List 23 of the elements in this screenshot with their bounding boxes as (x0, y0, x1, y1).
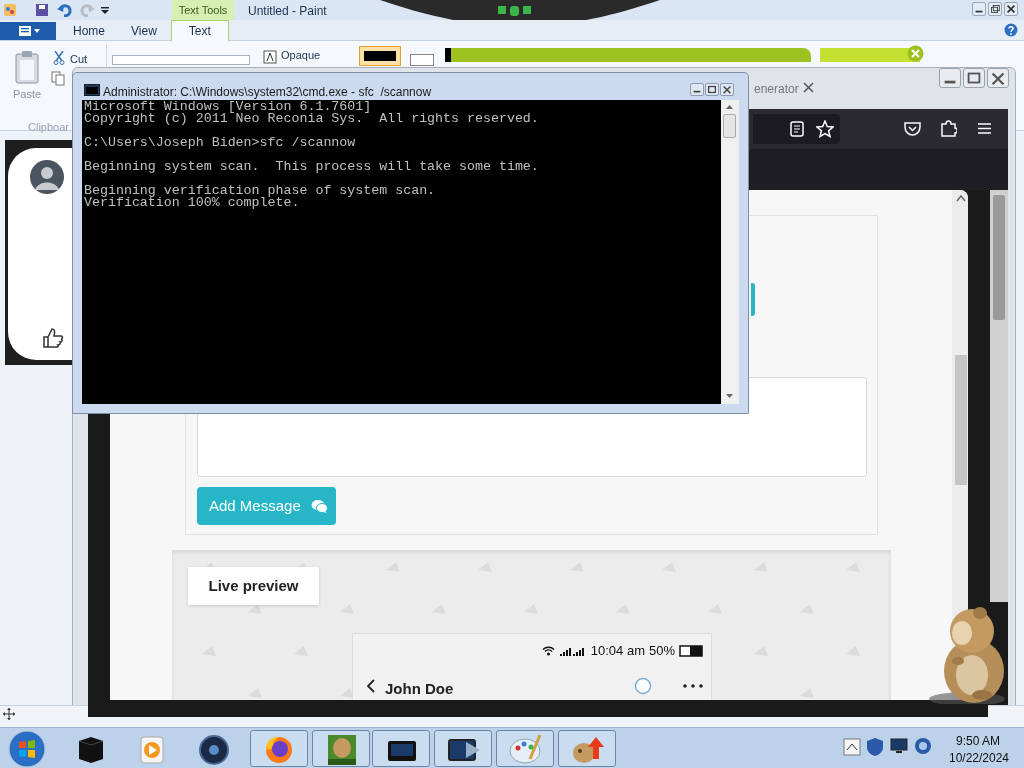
console-line: Verification 100% complete. (84, 197, 300, 209)
console-line: Microsoft Windows [Version 6.1.7601] (84, 101, 373, 113)
ribbon-tab[interactable]: Home (61, 20, 117, 41)
window-title: Administrator: C:\Windows\system32\cmd.exe - sfc /scannow (103, 84, 432, 101)
clock-time[interactable]: 9:50 AM (948, 732, 1008, 750)
context-tab-label: Text Tools (172, 0, 234, 20)
console-line: C:\Users\Joseph Biden>sfc /scannow (84, 137, 357, 149)
clock-text: 10:04 am (590, 642, 645, 660)
tab-title[interactable]: enerator (754, 80, 799, 98)
console-line: Copyright (c) 2011 Neo Reconia Sys. All rights reserved. (84, 113, 540, 125)
console-line: Beginning system scan. This process will take some time. (84, 161, 540, 173)
opaque-label: Opaque (281, 49, 321, 62)
cut-label: Cut (70, 52, 88, 67)
live-preview-label: Live preview (188, 567, 319, 605)
console-line: Beginning verification phase of system scan. (84, 185, 437, 197)
contact-name: John Doe (385, 679, 454, 699)
paste-label: Paste (13, 87, 42, 102)
clock-date[interactable]: 10/22/2024 (943, 749, 1015, 767)
group-label: Clipboar (28, 120, 69, 135)
ribbon-tab[interactable]: View (119, 20, 169, 41)
window-title: Untitled - Paint (248, 3, 327, 20)
ribbon-tab[interactable]: Text (170, 20, 229, 41)
battery-text: 50% (648, 642, 675, 660)
